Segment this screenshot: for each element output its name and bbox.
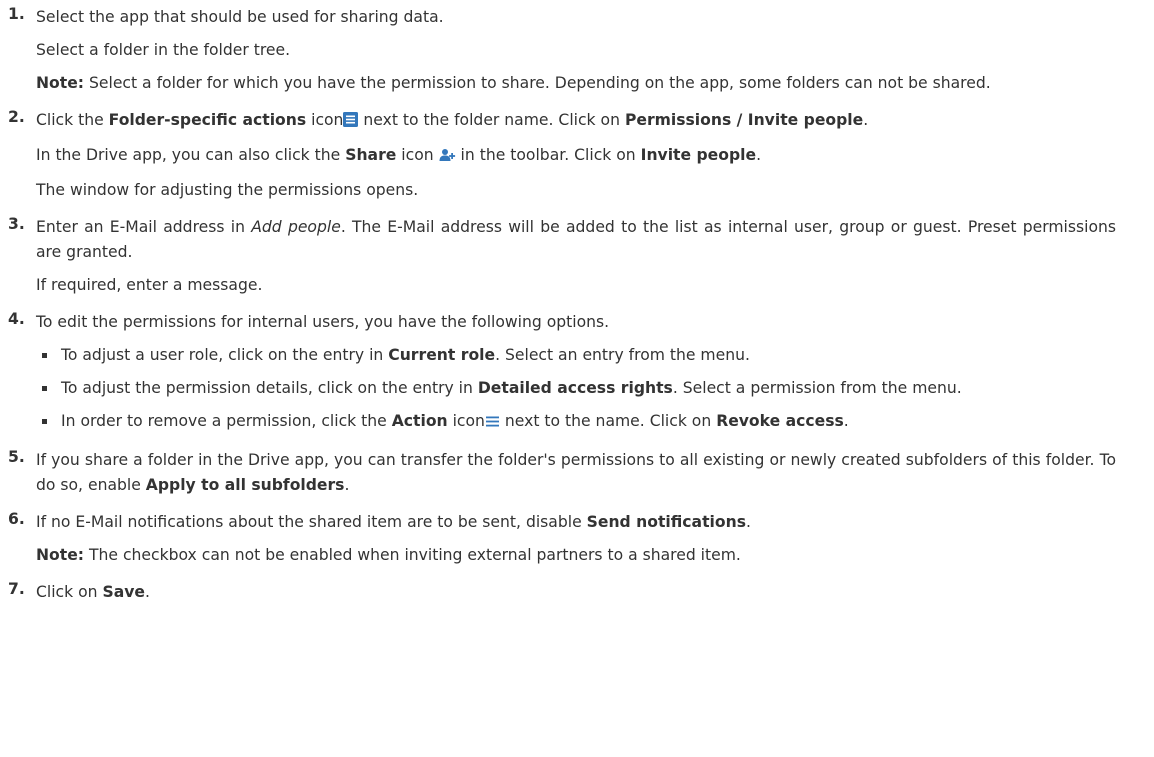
ui-term: Permissions / Invite people — [624, 111, 864, 129]
step-text: Click on Save. — [36, 580, 1116, 605]
ui-term: Folder-specific actions — [108, 111, 307, 129]
step-number: 3. — [8, 215, 25, 233]
step-number: 4. — [8, 310, 25, 328]
ui-term: Add people — [251, 218, 341, 236]
step-text: If you share a folder in the Drive app, … — [36, 448, 1116, 498]
list-item: To adjust the permission details, click … — [36, 376, 1116, 401]
step-number: 5. — [8, 448, 25, 466]
step-text: If required, enter a message. — [36, 276, 263, 294]
step-text: Enter an E-Mail address in Add people. T… — [36, 215, 1116, 265]
text-run: . — [863, 111, 869, 129]
folder-actions-icon — [343, 110, 359, 135]
ui-term: Action — [391, 412, 448, 430]
ui-term: Detailed access rights — [477, 379, 673, 397]
step-5: 5. If you share a folder in the Drive ap… — [0, 448, 1116, 498]
list-item: To adjust a user role, click on the entr… — [36, 343, 1116, 368]
text-run: . — [843, 412, 849, 430]
ui-term: Save — [102, 583, 146, 601]
action-icon — [485, 411, 500, 436]
bullet — [42, 386, 47, 391]
text-run: next to the folder name. Click on — [358, 111, 625, 129]
text-run: To adjust a user role, click on the entr… — [61, 346, 389, 364]
step-number: 1. — [8, 5, 25, 23]
text-run: next to the name. Click on — [499, 412, 717, 430]
text-run: icon — [447, 412, 485, 430]
note: Note: The checkbox can not be enabled wh… — [36, 543, 1116, 568]
text-run: icon — [396, 146, 439, 164]
list-item: In order to remove a permission, click t… — [36, 409, 1116, 436]
step-text: The window for adjusting the permissions… — [36, 181, 419, 199]
text-run: Enter an E-Mail address in — [36, 218, 252, 236]
note-text: The checkbox can not be enabled when inv… — [84, 546, 741, 564]
bullet — [42, 353, 47, 358]
text-run: in the toolbar. Click on — [455, 146, 641, 164]
ui-term: Send notifications — [586, 513, 746, 531]
note: Note: Select a folder for which you have… — [36, 71, 1116, 96]
note-label: Note: — [36, 74, 85, 92]
text-run: . — [756, 146, 762, 164]
bullet — [42, 419, 47, 424]
note-text: Select a folder for which you have the p… — [84, 74, 991, 92]
step-text: To edit the permissions for internal use… — [36, 313, 610, 331]
text-run: If no E-Mail notifications about the sha… — [36, 513, 587, 531]
text-run: Click the — [36, 111, 109, 129]
text-run: To adjust the permission details, click … — [61, 379, 478, 397]
text-run: icon — [306, 111, 344, 129]
step-number: 7. — [8, 580, 25, 598]
ui-term: Share — [345, 146, 397, 164]
instructions-document: 1. Select the app that should be used fo… — [0, 5, 1154, 757]
text-run: . — [745, 513, 751, 531]
note-label: Note: — [36, 546, 85, 564]
step-text: In the Drive app, you can also click the… — [36, 143, 1116, 170]
ui-term: Revoke access — [716, 412, 844, 430]
step-4: 4. To edit the permissions for internal … — [0, 310, 1116, 436]
ui-term: Current role — [388, 346, 496, 364]
share-icon — [439, 145, 456, 170]
ui-term: Invite people — [640, 146, 757, 164]
text-run: In the Drive app, you can also click the — [36, 146, 346, 164]
step-7: 7. Click on Save. — [0, 580, 1116, 605]
step-6: 6. If no E-Mail notifications about the … — [0, 510, 1116, 568]
step-text: If no E-Mail notifications about the sha… — [36, 510, 1116, 535]
step-text: Select a folder in the folder tree. — [36, 41, 291, 59]
text-run: In order to remove a permission, click t… — [61, 412, 392, 430]
text-run: . Select a permission from the menu. — [672, 379, 962, 397]
ui-term: Apply to all subfolders — [145, 476, 345, 494]
text-run: . Select an entry from the menu. — [495, 346, 750, 364]
text-run: . — [344, 476, 350, 494]
text-run: . — [145, 583, 150, 601]
step-text: Click the Folder-specific actions icon n… — [36, 108, 1116, 135]
step-1: 1. Select the app that should be used fo… — [0, 5, 1116, 96]
text-run: Click on — [36, 583, 103, 601]
options-list: To adjust a user role, click on the entr… — [36, 343, 1116, 436]
step-text: Select the app that should be used for s… — [36, 8, 444, 26]
step-number: 6. — [8, 510, 25, 528]
step-2: 2. Click the Folder-specific actions ico… — [0, 108, 1116, 203]
step-3: 3. Enter an E-Mail address in Add people… — [0, 215, 1116, 298]
step-number: 2. — [8, 108, 25, 126]
